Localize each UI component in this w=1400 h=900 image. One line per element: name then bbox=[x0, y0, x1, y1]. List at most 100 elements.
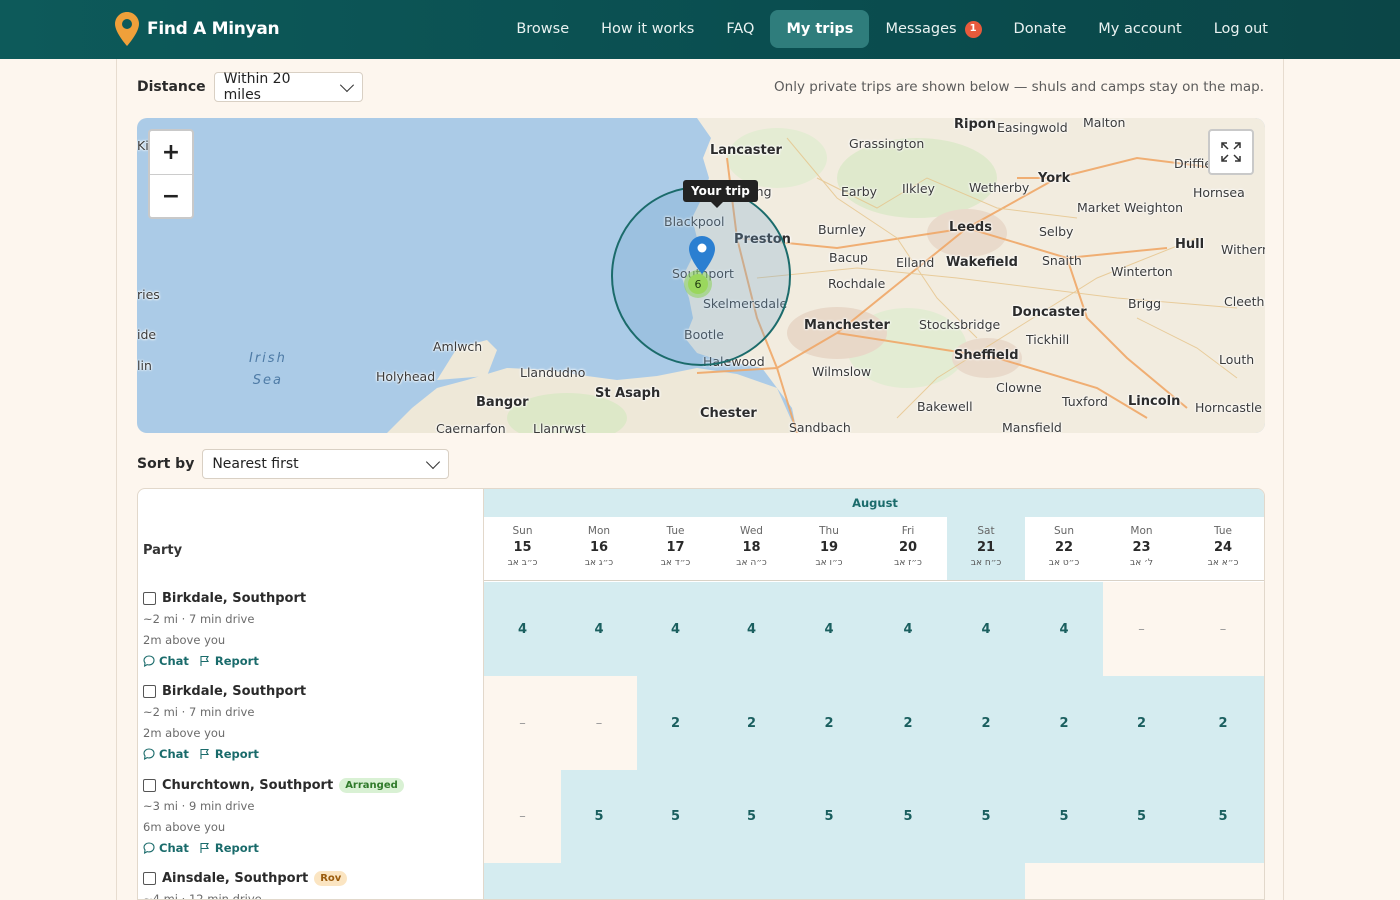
day-heb: כ״ד אב bbox=[660, 558, 691, 568]
party-select-checkbox[interactable] bbox=[143, 778, 156, 792]
availability-cell[interactable]: 5 bbox=[947, 770, 1025, 863]
report-link[interactable]: Report bbox=[199, 841, 259, 855]
arranged-badge: Arranged bbox=[339, 777, 404, 793]
zoom-out-button[interactable]: − bbox=[150, 174, 192, 217]
availability-cell[interactable] bbox=[1103, 863, 1180, 899]
nav-browse[interactable]: Browse bbox=[500, 10, 585, 48]
chat-link[interactable]: Chat bbox=[143, 654, 189, 668]
availability-cell[interactable] bbox=[1025, 863, 1103, 899]
party-select-checkbox[interactable] bbox=[143, 684, 156, 698]
availability-cell[interactable]: 5 bbox=[1103, 770, 1180, 863]
trip-map[interactable]: Ki Lancaster Grassington Ripon Easingwol… bbox=[137, 118, 1265, 433]
availability-cell[interactable]: 4 bbox=[869, 582, 947, 676]
availability-cell[interactable]: 4 bbox=[947, 582, 1025, 676]
trips-availability-table: Party Birkdale, Southport ~2 mi · 7 min … bbox=[137, 488, 1265, 900]
nav-messages-label: Messages bbox=[885, 21, 957, 37]
map-label-caernarfon: Caernarfon bbox=[436, 421, 506, 433]
brand[interactable]: Find A Minyan bbox=[115, 12, 280, 46]
nav-messages[interactable]: Messages 1 bbox=[869, 10, 997, 48]
availability-cell[interactable]: – bbox=[561, 676, 637, 770]
map-label-selby: Selby bbox=[1039, 224, 1074, 239]
availability-cell[interactable]: 5 bbox=[789, 770, 869, 863]
availability-cell[interactable] bbox=[714, 863, 789, 899]
party-select-checkbox[interactable] bbox=[143, 591, 156, 605]
availability-cell[interactable]: 2 bbox=[1180, 676, 1264, 770]
sort-select[interactable]: Nearest first bbox=[202, 449, 450, 479]
day-header-row: Sun 15 כ״ב אב Mon 16 כ״ג אב Tue 17 כ״ד אב Wed 18 כ״… bbox=[484, 517, 1264, 581]
availability-cell[interactable] bbox=[947, 863, 1025, 899]
month-header: August bbox=[484, 489, 1264, 517]
map-label-hornsea: Hornsea bbox=[1193, 185, 1245, 200]
map-label-snaith: Snaith bbox=[1042, 253, 1082, 268]
map-label-lincoln: Lincoln bbox=[1128, 394, 1181, 409]
party-row: Churchtown, Southport Arranged ~3 mi · 9… bbox=[143, 775, 473, 859]
day-date: 20 bbox=[898, 540, 918, 555]
availability-cell[interactable] bbox=[637, 863, 714, 899]
availability-cell[interactable]: – bbox=[484, 770, 561, 863]
party-row: Ainsdale, Southport Rov ~4 mi · 12 min d… bbox=[143, 868, 473, 899]
day-header-tue-24: Tue 24 כ״א אב bbox=[1180, 517, 1264, 580]
availability-cell[interactable]: – bbox=[1103, 582, 1180, 676]
availability-cell[interactable] bbox=[561, 863, 637, 899]
nav-faq[interactable]: FAQ bbox=[710, 10, 770, 48]
availability-cell[interactable]: 2 bbox=[869, 676, 947, 770]
availability-cell[interactable]: 5 bbox=[637, 770, 714, 863]
day-dow: Fri bbox=[901, 525, 915, 537]
party-elevation: 2m above you bbox=[143, 726, 226, 740]
party-elevation: 6m above you bbox=[143, 820, 226, 834]
availability-cell[interactable]: 5 bbox=[1025, 770, 1103, 863]
map-label-doncaster: Doncaster bbox=[1012, 305, 1087, 320]
availability-cell[interactable]: 4 bbox=[1025, 582, 1103, 676]
availability-cell[interactable]: 5 bbox=[714, 770, 789, 863]
availability-cell[interactable] bbox=[869, 863, 947, 899]
day-date: 17 bbox=[666, 540, 685, 555]
nav-my-account[interactable]: My account bbox=[1082, 10, 1197, 48]
availability-cell[interactable]: 2 bbox=[637, 676, 714, 770]
day-dow: Mon bbox=[1130, 525, 1153, 537]
map-label-llandudno: Llandudno bbox=[520, 365, 586, 380]
map-label-stocksbridge: Stocksbridge bbox=[919, 317, 1001, 332]
availability-cell[interactable]: 2 bbox=[789, 676, 869, 770]
chat-link[interactable]: Chat bbox=[143, 747, 189, 761]
report-link[interactable]: Report bbox=[199, 654, 259, 668]
report-label: Report bbox=[214, 747, 259, 761]
availability-cell[interactable] bbox=[789, 863, 869, 899]
your-trip-tooltip: Your trip bbox=[683, 180, 758, 208]
chat-link[interactable]: Chat bbox=[143, 841, 189, 855]
availability-cell[interactable]: 2 bbox=[1025, 676, 1103, 770]
availability-cell[interactable]: 2 bbox=[947, 676, 1025, 770]
nav-donate[interactable]: Donate bbox=[998, 10, 1083, 48]
party-cluster-marker[interactable]: 6 bbox=[684, 270, 712, 298]
availability-cell[interactable]: 4 bbox=[714, 582, 789, 676]
availability-cell[interactable]: 2 bbox=[1103, 676, 1180, 770]
availability-cell[interactable]: 4 bbox=[637, 582, 714, 676]
nav-how-it-works[interactable]: How it works bbox=[585, 10, 710, 48]
fullscreen-button[interactable] bbox=[1208, 129, 1254, 175]
availability-cell[interactable]: – bbox=[1180, 582, 1264, 676]
availability-cell[interactable]: 5 bbox=[1180, 770, 1264, 863]
day-heb: כ״ו אב bbox=[815, 558, 843, 568]
availability-cell[interactable] bbox=[484, 863, 561, 899]
zoom-in-button[interactable]: + bbox=[150, 131, 192, 174]
party-row: Birkdale, Southport ~2 mi · 7 min drive … bbox=[143, 681, 473, 765]
report-label: Report bbox=[214, 654, 259, 668]
availability-cell[interactable]: – bbox=[484, 676, 561, 770]
flag-icon bbox=[200, 655, 209, 666]
sort-select-value: Nearest first bbox=[212, 456, 299, 472]
availability-cell[interactable]: 4 bbox=[484, 582, 561, 676]
distance-select[interactable]: Within 20 miles bbox=[213, 71, 363, 103]
availability-cell[interactable]: 5 bbox=[561, 770, 637, 863]
day-heb: כ״א אב bbox=[1207, 558, 1239, 568]
nav-log-out[interactable]: Log out bbox=[1198, 10, 1284, 48]
flag-icon bbox=[200, 748, 209, 759]
availability-cell[interactable]: 4 bbox=[561, 582, 637, 676]
report-link[interactable]: Report bbox=[199, 747, 259, 761]
nav-my-trips[interactable]: My trips bbox=[770, 10, 870, 48]
availability-cell[interactable]: 4 bbox=[789, 582, 869, 676]
party-select-checkbox[interactable] bbox=[143, 871, 156, 885]
availability-cell[interactable]: 2 bbox=[714, 676, 789, 770]
availability-cell[interactable]: 5 bbox=[869, 770, 947, 863]
trip-location-marker-icon[interactable] bbox=[689, 236, 715, 274]
map-label-llanrwst: Llanrwst bbox=[533, 421, 586, 433]
availability-cell[interactable] bbox=[1180, 863, 1264, 899]
